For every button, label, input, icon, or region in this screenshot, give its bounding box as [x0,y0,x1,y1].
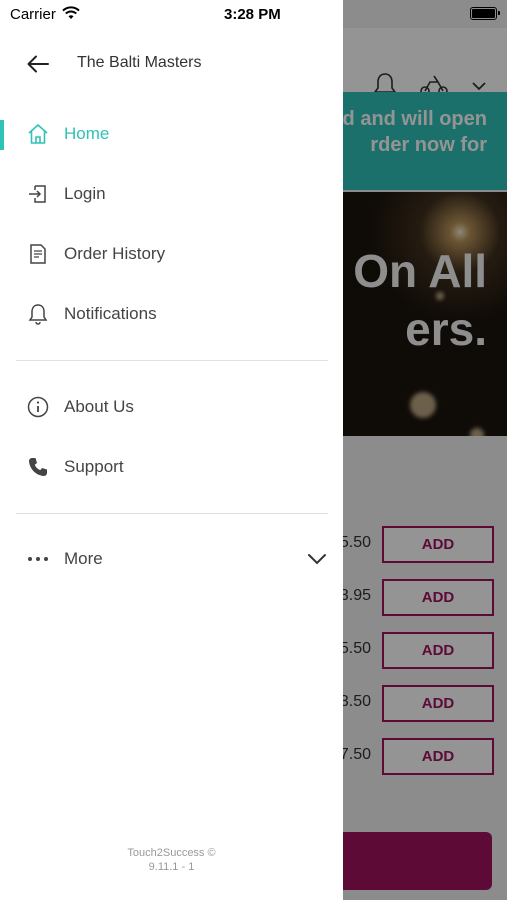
menu-item-home[interactable]: Home [0,110,343,158]
version-label: 9.11.1 - 1 [148,861,195,873]
drawer-footer: Touch2Success © 9.11.1 - 1 [0,846,343,874]
menu-item-label: Home [64,124,110,143]
clock-time: 3:28 PM [224,6,281,23]
more-dots-icon [26,547,50,571]
drawer-header: The Balti Masters [0,40,343,86]
status-bar: Carrier 3:28 PM [0,0,507,28]
active-indicator [0,120,4,150]
menu-item-about-us[interactable]: About Us [0,383,343,431]
restaurant-name: The Balti Masters [77,54,202,71]
menu-item-label: More [64,549,103,568]
menu-item-label: Order History [64,244,166,263]
login-icon [26,182,50,206]
back-arrow-icon[interactable] [22,48,54,80]
carrier-label: Carrier [10,6,56,23]
menu-item-more[interactable]: More [0,535,343,583]
wifi-icon [62,6,80,25]
menu-item-label: Support [64,457,124,476]
menu-item-support[interactable]: Support [0,443,343,491]
menu-item-label: About Us [64,397,134,416]
menu-item-login[interactable]: Login [0,170,343,218]
info-icon [26,395,50,419]
bell-icon [26,302,50,326]
navigation-drawer: The Balti Masters Home Login Order Histo… [0,0,343,900]
brand-label: Touch2Success © [127,847,216,859]
battery-icon [470,7,500,20]
menu-item-order-history[interactable]: Order History [0,230,343,278]
menu-item-notifications[interactable]: Notifications [0,290,343,338]
phone-icon [26,455,50,479]
menu-divider [16,360,328,361]
chevron-down-icon[interactable] [305,547,329,571]
menu-item-label: Login [64,184,106,203]
home-icon [26,122,50,146]
menu-divider [16,513,328,514]
receipt-icon [26,242,50,266]
menu-item-label: Notifications [64,304,157,323]
